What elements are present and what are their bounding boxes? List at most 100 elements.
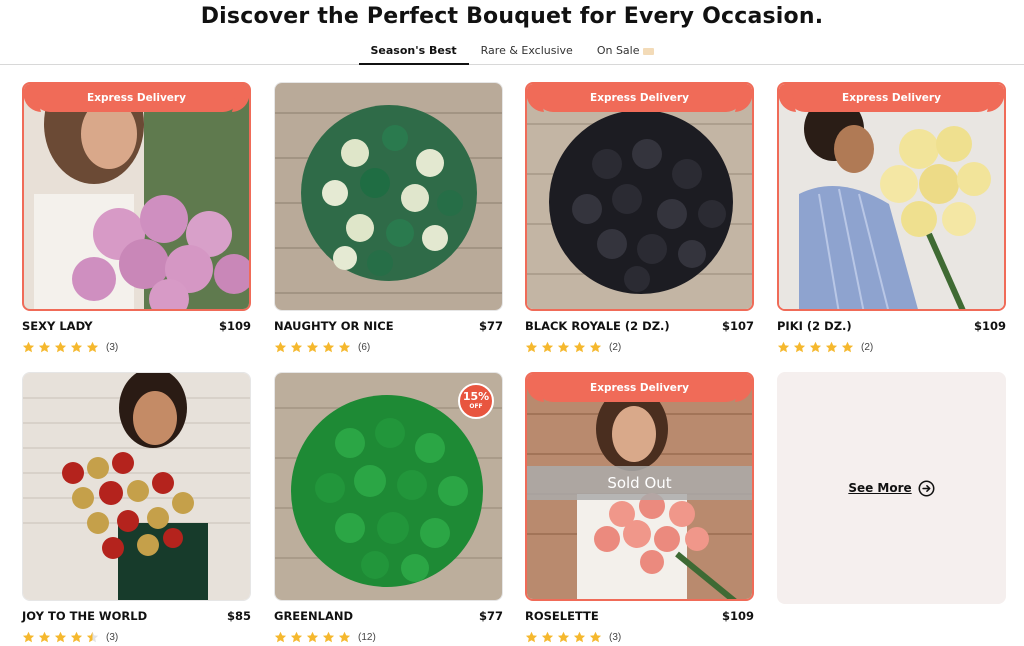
- star-rating: [22, 631, 99, 644]
- review-count: (3): [106, 631, 119, 643]
- star-rating: [777, 341, 854, 354]
- product-card[interactable]: Express Delivery BLACK ROYALE (2 DZ.) $1…: [525, 82, 754, 354]
- product-image[interactable]: Express Delivery Sold Out: [525, 372, 754, 601]
- star-icon: [825, 341, 838, 352]
- arrow-right-circle-icon: [918, 480, 935, 496]
- product-image[interactable]: Express Delivery: [22, 82, 251, 311]
- product-card[interactable]: 15% OFF GREENLAND $77 (12): [274, 372, 503, 644]
- star-rating: [274, 631, 351, 644]
- discount-off-label: OFF: [469, 403, 483, 410]
- star-icon: [525, 341, 538, 352]
- star-icon: [290, 631, 303, 642]
- product-name[interactable]: NAUGHTY OR NICE: [274, 319, 394, 335]
- category-tabs: Season's Best Rare & Exclusive On Sale: [0, 40, 1024, 65]
- product-card[interactable]: Express Delivery PIKI (2 DZ.) $109 (2): [777, 82, 1006, 354]
- star-icon: [70, 631, 83, 642]
- product-photo: [23, 373, 250, 600]
- star-rating: [22, 341, 99, 354]
- star-icon: [54, 631, 67, 642]
- star-rating: [525, 631, 602, 644]
- product-card[interactable]: Express Delivery Sold Out ROSELETTE $109…: [525, 372, 754, 644]
- star-icon: [541, 341, 554, 352]
- review-count: (6): [358, 341, 371, 353]
- star-icon: [306, 631, 319, 642]
- product-price: $77: [478, 319, 503, 333]
- discount-percent: 15%: [462, 390, 490, 403]
- product-photo: [275, 83, 502, 310]
- star-icon: [274, 631, 287, 642]
- star-icon: [338, 341, 351, 352]
- product-rating: (3): [525, 630, 754, 644]
- product-image[interactable]: Express Delivery: [525, 82, 754, 311]
- express-delivery-ribbon: Express Delivery: [537, 84, 742, 112]
- star-icon: [322, 341, 335, 352]
- star-icon: [306, 341, 319, 352]
- see-more-link[interactable]: See More: [848, 481, 911, 495]
- product-photo: [779, 84, 1004, 309]
- review-count: (3): [106, 341, 119, 353]
- star-icon: [86, 631, 99, 642]
- product-rating: (3): [22, 340, 251, 354]
- product-rating: (2): [525, 340, 754, 354]
- see-more-tile[interactable]: See More: [777, 372, 1006, 604]
- star-icon: [541, 631, 554, 642]
- product-image[interactable]: [274, 82, 503, 311]
- product-name[interactable]: SEXY LADY: [22, 319, 93, 335]
- tab-rare-exclusive[interactable]: Rare & Exclusive: [469, 40, 585, 65]
- review-count: (3): [609, 631, 622, 643]
- sale-tag-icon: [642, 47, 654, 55]
- star-icon: [290, 341, 303, 352]
- star-icon: [777, 341, 790, 352]
- tab-seasons-best[interactable]: Season's Best: [358, 40, 469, 65]
- review-count: (2): [609, 341, 622, 353]
- tab-on-sale-label: On Sale: [596, 44, 640, 57]
- product-price: $85: [226, 609, 251, 623]
- product-photo: [24, 84, 249, 309]
- product-image[interactable]: 15% OFF: [274, 372, 503, 601]
- star-icon: [322, 631, 335, 642]
- product-card[interactable]: NAUGHTY OR NICE $77 (6): [274, 82, 503, 354]
- star-icon: [70, 341, 83, 352]
- star-icon: [86, 341, 99, 352]
- star-icon: [841, 341, 854, 352]
- product-card[interactable]: Express Delivery SEXY LADY $109 (3): [22, 82, 251, 354]
- product-rating: (2): [777, 340, 1006, 354]
- star-icon: [589, 341, 602, 352]
- star-rating: [274, 341, 351, 354]
- star-icon: [809, 341, 822, 352]
- product-image[interactable]: Express Delivery: [777, 82, 1006, 311]
- review-count: (2): [861, 341, 874, 353]
- sold-out-overlay: Sold Out: [527, 466, 752, 500]
- star-icon: [557, 341, 570, 352]
- star-icon: [338, 631, 351, 642]
- star-icon: [525, 631, 538, 642]
- product-price: $107: [721, 319, 754, 333]
- product-price: $109: [721, 609, 754, 623]
- review-count: (12): [358, 631, 376, 643]
- product-name[interactable]: ROSELETTE: [525, 609, 599, 625]
- express-delivery-ribbon: Express Delivery: [34, 84, 239, 112]
- product-name[interactable]: PIKI (2 DZ.): [777, 319, 852, 335]
- product-rating: (3): [22, 630, 251, 644]
- star-icon: [573, 631, 586, 642]
- product-name[interactable]: GREENLAND: [274, 609, 353, 625]
- page-title: Discover the Perfect Bouquet for Every O…: [200, 4, 824, 29]
- product-name[interactable]: JOY TO THE WORLD: [22, 609, 147, 625]
- product-photo: [527, 84, 752, 309]
- product-rating: (12): [274, 630, 503, 644]
- star-icon: [274, 341, 287, 352]
- express-delivery-ribbon: Express Delivery: [789, 84, 994, 112]
- star-icon: [22, 341, 35, 352]
- tab-on-sale[interactable]: On Sale: [585, 40, 666, 65]
- product-price: $109: [973, 319, 1006, 333]
- product-card[interactable]: JOY TO THE WORLD $85 (3): [22, 372, 251, 644]
- star-icon: [589, 631, 602, 642]
- star-icon: [573, 341, 586, 352]
- product-image[interactable]: [22, 372, 251, 601]
- star-icon: [793, 341, 806, 352]
- product-name[interactable]: BLACK ROYALE (2 DZ.): [525, 319, 670, 335]
- product-price: $77: [478, 609, 503, 623]
- star-icon: [22, 631, 35, 642]
- star-icon: [38, 631, 51, 642]
- product-rating: (6): [274, 340, 503, 354]
